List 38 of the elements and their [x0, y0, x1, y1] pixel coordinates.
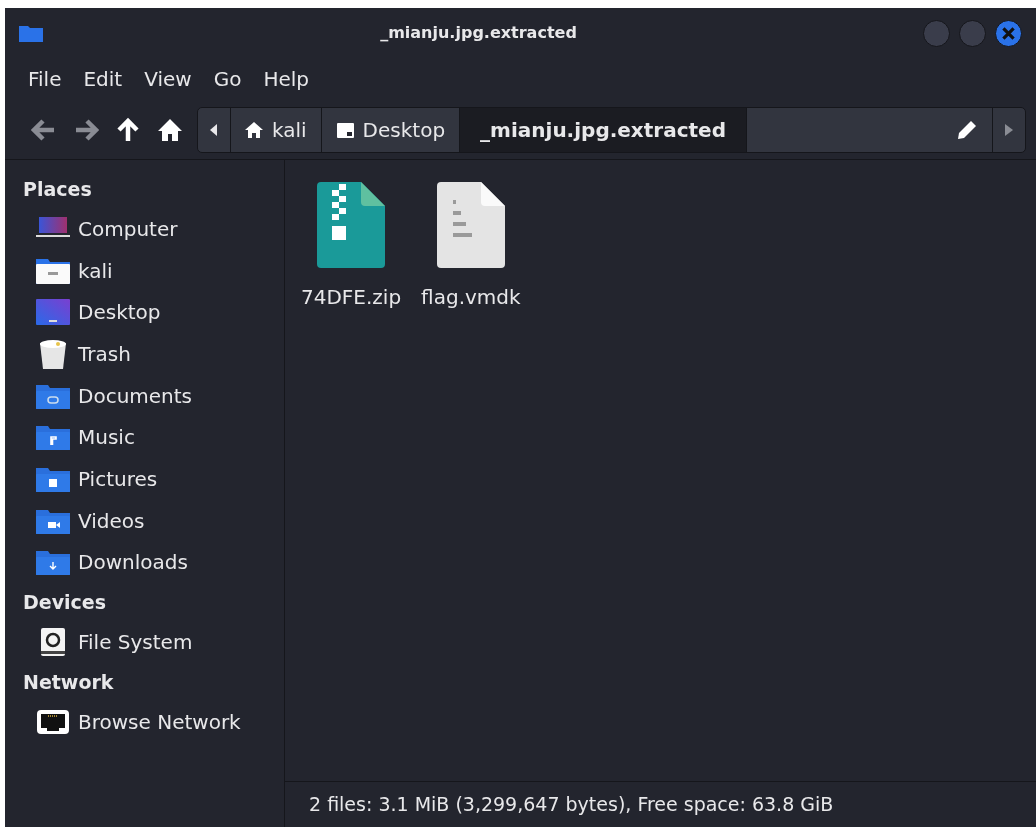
folder-icon: [19, 24, 43, 42]
desktop-folder-icon: [36, 297, 70, 328]
back-arrow-icon: [31, 116, 57, 143]
sidebar-heading: Devices: [23, 589, 107, 615]
sidebar-item[interactable]: Videos: [23, 499, 284, 542]
up-arrow-icon: [115, 116, 141, 143]
sidebar-heading: Places: [23, 176, 93, 202]
menu-item[interactable]: Help: [252, 64, 320, 94]
sidebar-item[interactable]: Browse Network: [23, 700, 284, 743]
sidebar-item[interactable]: Trash: [23, 333, 284, 375]
grid-entry[interactable]: 74DFE.zip: [301, 182, 402, 312]
menu-item[interactable]: Go: [202, 64, 253, 94]
sidebar-item[interactable]: Music: [23, 416, 284, 459]
zip-file-icon: [317, 182, 386, 268]
menu-item[interactable]: File: [17, 64, 73, 94]
sidebar-item[interactable]: Pictures: [23, 458, 284, 500]
left-caret-icon: [210, 123, 218, 136]
window-title: _mianju.jpg.extracted: [379, 22, 578, 44]
close-button[interactable]: [995, 19, 1022, 47]
home-icon: [245, 120, 264, 139]
status-bar: 2 files: 3.1 MiB (3,299,647 bytes), Free space: 63.8 GiB: [285, 781, 1036, 827]
sidebar-item[interactable]: Downloads: [23, 541, 284, 584]
sidebar-item[interactable]: Desktop: [23, 291, 284, 334]
binary-file-icon: [436, 182, 505, 268]
sidebar-item[interactable]: File System: [23, 621, 284, 663]
sidebar-item[interactable]: kali: [23, 249, 284, 292]
home-icon: [157, 116, 183, 143]
grid-entry[interactable]: flag.vmdk: [421, 182, 521, 312]
path-segment[interactable]: _mianju.jpg.extracted: [460, 107, 747, 152]
right-caret-icon: [1005, 123, 1013, 136]
menu-item[interactable]: View: [133, 64, 203, 94]
sidebar-item[interactable]: Documents: [23, 374, 284, 417]
menu-item[interactable]: Edit: [72, 64, 134, 94]
sidebar-item[interactable]: Computer: [23, 208, 284, 250]
edit-icon: [956, 118, 978, 141]
sidebar-heading: Network: [23, 669, 115, 695]
forward-arrow-icon: [73, 116, 99, 143]
desktop-icon: [335, 120, 355, 139]
